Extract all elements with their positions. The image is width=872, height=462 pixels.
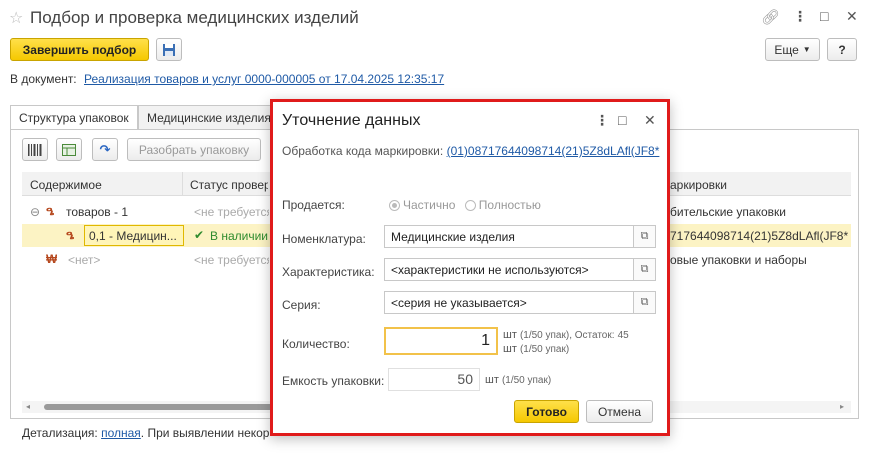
dialog-subtitle: Обработка кода маркировки: (01)087176440… [282, 144, 667, 158]
tab-package-structure[interactable]: Структура упаковок [10, 105, 138, 131]
dialog-maximize-icon[interactable]: □ [618, 112, 626, 128]
capacity-unit: шт (1/50 упак) [485, 374, 552, 386]
row-code: овые упаковки и наборы [670, 253, 807, 267]
quantity-input[interactable]: 1 [384, 327, 498, 355]
link-icon[interactable]: 🔗︎ [761, 8, 780, 26]
dialog-more-icon[interactable]: ⋮ [595, 112, 609, 129]
document-line: В документ: Реализация товаров и услуг 0… [10, 72, 444, 86]
quantity-info-2: шт (1/50 упак) [503, 343, 570, 355]
scroll-left-icon[interactable]: ◂ [26, 402, 30, 411]
open-icon[interactable]: ⧉ [634, 258, 656, 281]
help-button[interactable]: ? [827, 38, 857, 61]
series-field[interactable]: <серия не указывается> [384, 291, 634, 314]
radio-on-icon [389, 200, 400, 211]
row-content: <нет> [68, 253, 101, 267]
document-link[interactable]: Реализация товаров и услуг 0000-000005 о… [84, 72, 444, 86]
characteristic-field[interactable]: <характеристики не используются> [384, 258, 634, 281]
arrow-curve-icon: ↷ [99, 141, 111, 157]
scrollbar-thumb[interactable] [44, 404, 304, 410]
scroll-right-icon[interactable]: ▸ [840, 402, 844, 411]
radio-partial[interactable]: Частично [389, 198, 455, 212]
save-button[interactable] [156, 38, 182, 61]
unpack-button[interactable]: Разобрать упаковку [127, 138, 261, 161]
detail-line: Детализация: полная. При выявлении некор… [22, 426, 270, 440]
open-icon[interactable]: ⧉ [634, 291, 656, 314]
cancel-button[interactable]: Отмена [586, 400, 653, 423]
radio-off-icon [464, 200, 476, 211]
scan-barcode-button[interactable] [22, 138, 48, 161]
characteristic-label: Характеристика: [282, 265, 375, 279]
sold-label: Продается: [282, 198, 345, 212]
main-window: ☆ Подбор и проверка медицинских изделий … [0, 0, 872, 462]
nomenclature-field[interactable]: Медицинские изделия [384, 225, 634, 248]
close-icon[interactable]: ✕ [846, 8, 858, 25]
package-item-icon: ዔ [66, 228, 75, 242]
more-button[interactable]: Еще ▼ [765, 38, 820, 61]
column-code[interactable]: аркировки [670, 178, 727, 192]
quantity-info: шт (1/50 упак), Остаток: 45 [503, 329, 629, 341]
detail-link[interactable]: полная [101, 426, 141, 440]
table-view-button[interactable] [56, 138, 82, 161]
series-label: Серия: [282, 298, 321, 312]
column-status[interactable]: Статус проверки [190, 178, 268, 192]
done-button[interactable]: Готово [514, 400, 579, 423]
row-status: <не требуется> [194, 205, 269, 219]
radio-full[interactable]: Полностью [464, 198, 541, 212]
table-icon [62, 143, 76, 156]
redo-button[interactable]: ↷ [92, 138, 118, 161]
finish-selection-button[interactable]: Завершить подбор [10, 38, 149, 61]
tab-medical-products[interactable]: Медицинские изделия [138, 105, 278, 129]
package-tree-icon: ዔ [46, 204, 55, 218]
check-icon: ✔ [194, 228, 205, 242]
column-content[interactable]: Содержимое [30, 178, 102, 192]
column-divider [182, 172, 183, 196]
row-content: 0,1 - Медицин... [89, 229, 177, 243]
clarify-data-dialog: Уточнение данных ⋮ □ ✕ Обработка кода ма… [270, 99, 670, 436]
dialog-title: Уточнение данных [282, 112, 421, 129]
row-code: 717644098714(21)5Z8dLAfl(JF8* [670, 229, 849, 243]
window-title: Подбор и проверка медицинских изделий [30, 8, 359, 27]
marking-code-link[interactable]: (01)08717644098714(21)5Z8dLAfl(JF8* [447, 144, 660, 158]
document-label: В документ: [10, 72, 77, 86]
row-code: бительские упаковки [670, 205, 786, 219]
capacity-label: Емкость упаковки: [282, 374, 385, 388]
collapse-icon[interactable]: ⊖ [30, 205, 40, 219]
dialog-close-icon[interactable]: ✕ [644, 112, 656, 129]
barcode-icon [28, 143, 42, 156]
favorite-star-icon[interactable]: ☆ [9, 8, 23, 28]
more-icon[interactable]: ⋮ [793, 8, 807, 25]
row-status: <не требуется> [194, 253, 269, 267]
nomenclature-label: Номенклатура: [282, 232, 366, 246]
detail-text: . При выявлении некорр [140, 426, 270, 440]
subtitle-label: Обработка кода маркировки: [282, 144, 444, 158]
quantity-label: Количество: [282, 337, 350, 351]
more-button-label: Еще [774, 42, 799, 57]
detail-label: Детализация: [22, 426, 98, 440]
floppy-icon [163, 43, 175, 56]
chevron-down-icon: ▼ [802, 45, 811, 54]
set-icon: ₩ [46, 252, 58, 266]
open-icon[interactable]: ⧉ [634, 225, 656, 248]
row-status: В наличии [210, 229, 269, 243]
capacity-field: 50 [388, 368, 480, 391]
sold-radio-group: Частично Полностью [389, 198, 541, 212]
row-content: товаров - 1 [66, 205, 129, 219]
maximize-icon[interactable]: □ [820, 8, 828, 24]
